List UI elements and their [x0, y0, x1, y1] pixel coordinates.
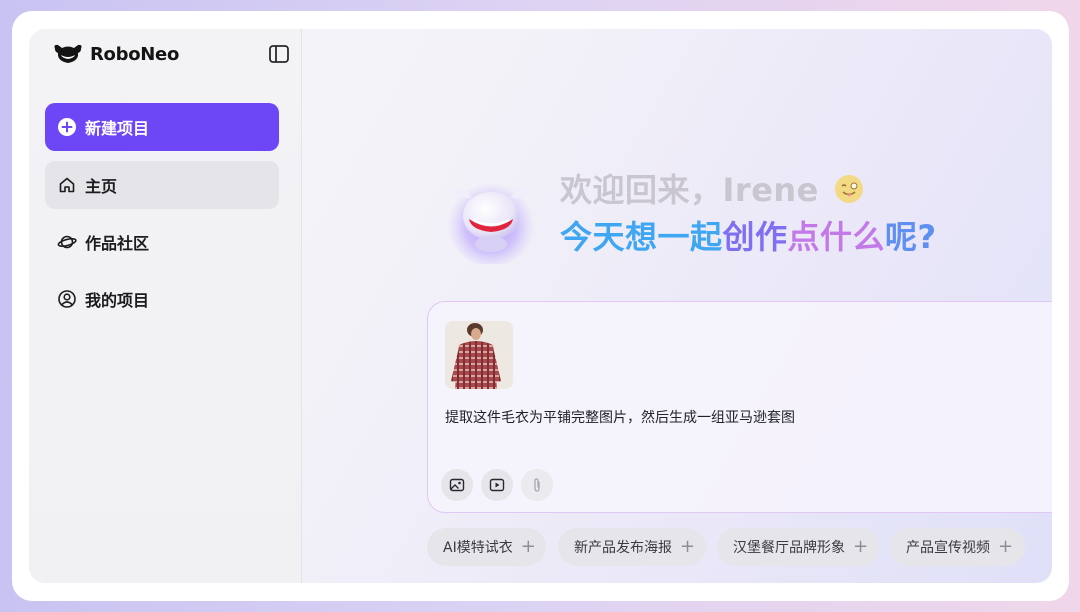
tagline-part: 呢?: [885, 218, 937, 256]
user-icon: [57, 289, 77, 309]
suggestion-label: 汉堡餐厅品牌形象: [733, 540, 845, 556]
sidebar-item-my-projects[interactable]: 我的项目: [45, 275, 279, 323]
attach-file-button[interactable]: [521, 469, 553, 501]
suggestion-chip[interactable]: 产品宣传视频 +: [890, 528, 1025, 566]
attach-icon: [534, 478, 540, 492]
tagline-heading: 今天想一起创作点什么呢?: [560, 212, 937, 258]
image-tool-icon: [449, 478, 465, 492]
sidebar: RoboNeo 新建项目 主页 作品社区 我的项目: [29, 29, 302, 583]
suggestion-label: 新产品发布海报: [574, 540, 672, 556]
suggestion-chip[interactable]: AI模特试衣 +: [427, 528, 546, 566]
suggestion-chip[interactable]: 汉堡餐厅品牌形象 +: [717, 528, 879, 566]
app-window: RoboNeo 新建项目 主页 作品社区 我的项目 欢迎回来，Irene 今天想…: [29, 29, 1052, 583]
greeting-heading: 欢迎回来，Irene: [560, 165, 865, 211]
prompt-composer[interactable]: 提取这件毛衣为平铺完整图片，然后生成一组亚马逊套图: [427, 301, 1052, 513]
sweater-attachment-thumbnail[interactable]: [445, 321, 513, 389]
tagline-part: 今天想一起: [560, 218, 723, 256]
plus-circle-icon: [57, 117, 77, 137]
sidebar-item-label: 主页: [85, 177, 118, 196]
suggestion-chip[interactable]: 新产品发布海报 +: [558, 528, 706, 566]
sidebar-item-community[interactable]: 作品社区: [45, 218, 279, 266]
brand-logo[interactable]: RoboNeo: [53, 43, 179, 65]
sidebar-item-label: 作品社区: [85, 234, 150, 253]
sidebar-toggle-icon[interactable]: [268, 44, 290, 64]
new-project-button[interactable]: 新建项目: [45, 103, 279, 151]
plus-icon: +: [680, 536, 696, 557]
plus-icon: +: [520, 536, 536, 557]
suggestion-label: 产品宣传视频: [906, 540, 990, 556]
brand-name: RoboNeo: [90, 43, 180, 65]
tagline-part: 点什么: [787, 218, 886, 256]
home-icon: [57, 175, 77, 195]
sweater-photo-icon: [445, 321, 513, 389]
plus-icon: +: [998, 536, 1014, 557]
tagline-part: 创作: [722, 218, 788, 256]
winking-face-emoji-icon: [834, 175, 863, 203]
main-panel: 欢迎回来，Irene 今天想一起创作点什么呢? 提取这件毛衣为平铺完整图片，然后…: [303, 29, 1052, 583]
prompt-input[interactable]: 提取这件毛衣为平铺完整图片，然后生成一组亚马逊套图: [445, 407, 795, 427]
plus-icon: +: [853, 536, 869, 557]
mascot-icon: [447, 178, 535, 264]
sidebar-item-label: 我的项目: [85, 291, 150, 310]
new-project-label: 新建项目: [85, 119, 150, 138]
planet-icon: [57, 232, 77, 252]
add-video-button[interactable]: [481, 469, 513, 501]
sidebar-item-home[interactable]: 主页: [45, 161, 279, 209]
greeting-text: 欢迎回来，Irene: [560, 171, 819, 209]
suggestion-label: AI模特试衣: [443, 540, 513, 556]
video-tool-icon: [489, 478, 505, 492]
logo-icon: [54, 44, 82, 63]
add-image-button[interactable]: [441, 469, 473, 501]
